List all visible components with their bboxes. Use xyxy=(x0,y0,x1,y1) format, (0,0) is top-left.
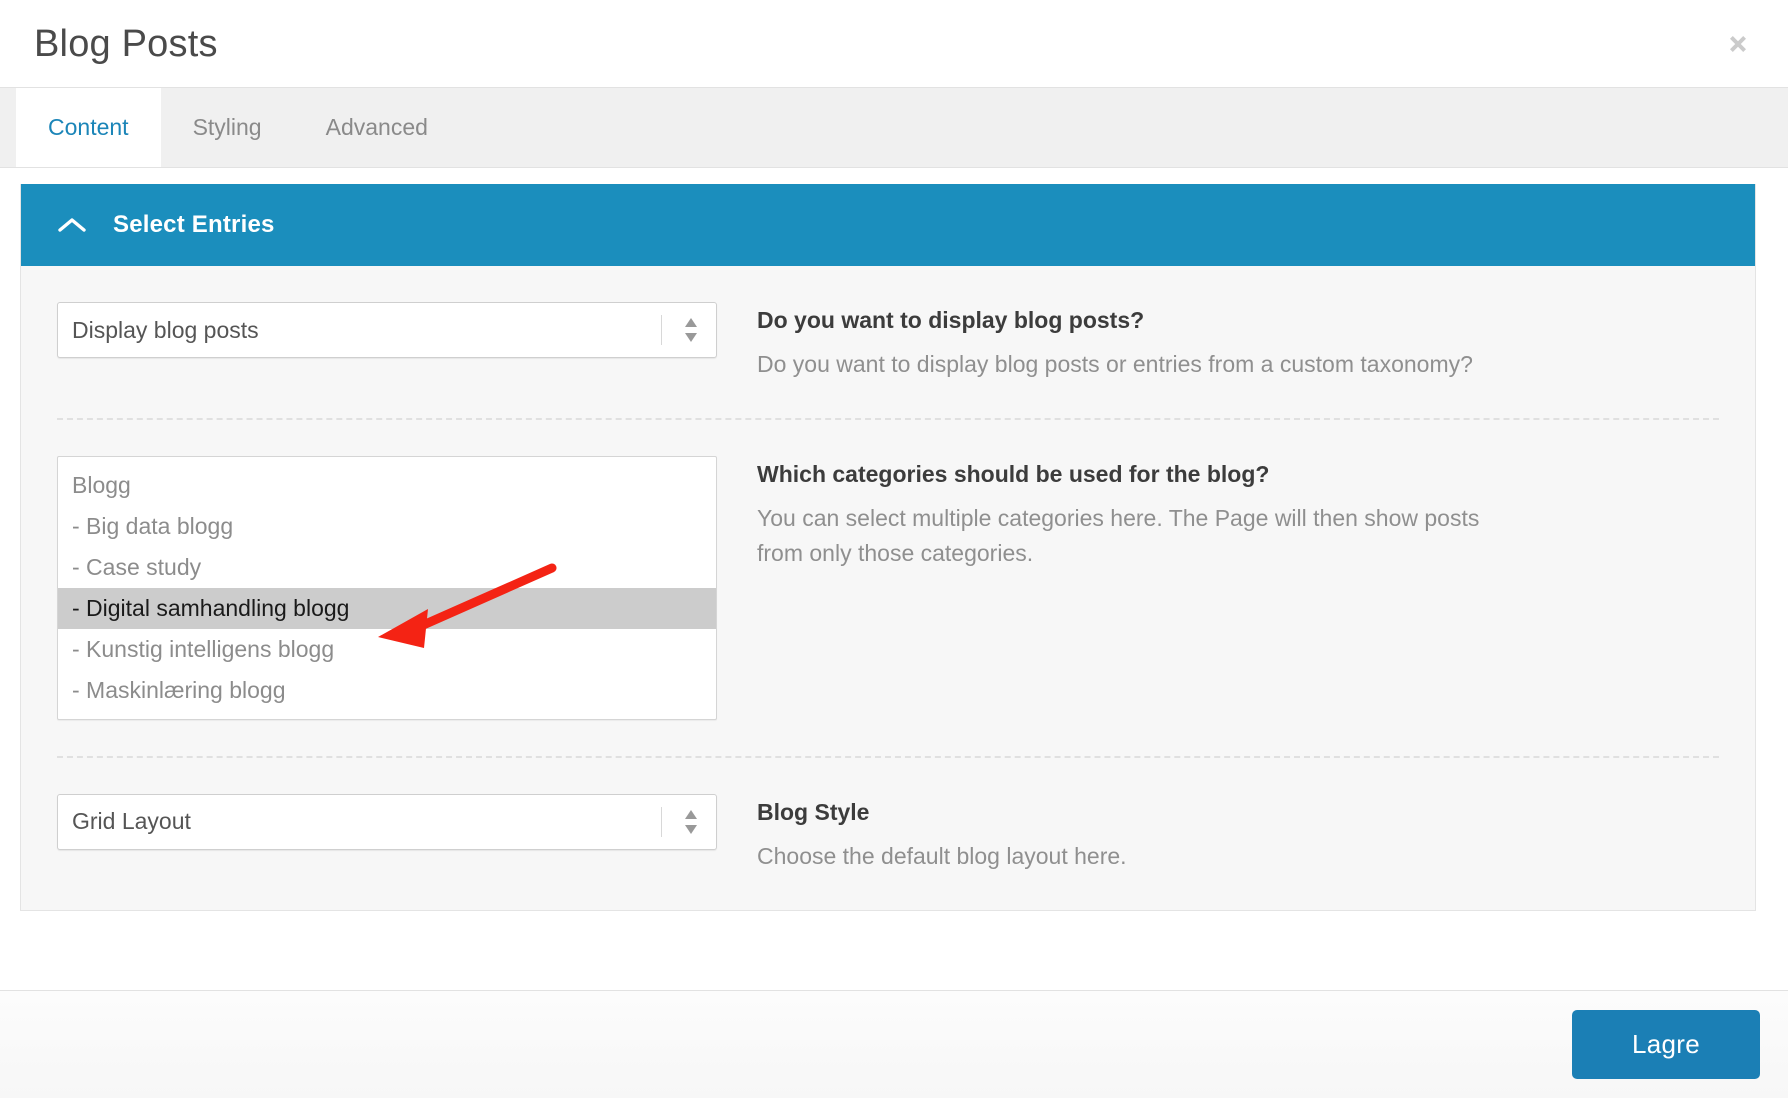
display-blog-posts-select[interactable]: Display blog posts xyxy=(57,302,717,358)
blog-style-select[interactable]: Grid Layout xyxy=(57,793,717,850)
panel-header-select-entries[interactable]: Select Entries xyxy=(21,184,1755,266)
modal-body: Select Entries Display blog posts Do you… xyxy=(0,168,1788,990)
field-row-categories: Blogg - Big data blogg - Case study - Di… xyxy=(57,420,1719,758)
field-help: Blog Style Choose the default blog layou… xyxy=(757,794,1719,874)
field-description: Do you want to display blog posts or ent… xyxy=(757,351,1473,378)
blog-style-select-value: Grid Layout xyxy=(72,808,191,835)
list-item[interactable]: - Maskinlæring blogg xyxy=(58,670,716,711)
panel-title: Select Entries xyxy=(113,211,275,238)
field-row-display-blog-posts: Display blog posts Do you want to displa… xyxy=(57,266,1719,420)
field-description: Choose the default blog layout here. xyxy=(757,843,1127,870)
categories-listbox[interactable]: Blogg - Big data blogg - Case study - Di… xyxy=(57,455,717,720)
stepper-arrows-icon[interactable] xyxy=(680,795,716,849)
tab-content[interactable]: Content xyxy=(16,88,161,167)
list-item[interactable]: - Kunstig intelligens blogg xyxy=(58,629,716,670)
modal-footer: Lagre xyxy=(0,990,1788,1098)
field-help: Which categories should be used for the … xyxy=(757,456,1719,570)
field-description: You can select multiple categories here.… xyxy=(757,505,1480,566)
list-item[interactable]: Blogg xyxy=(58,465,716,506)
modal-header: Blog Posts xyxy=(0,0,1788,88)
tab-styling[interactable]: Styling xyxy=(161,88,294,167)
field-title: Which categories should be used for the … xyxy=(757,460,1270,487)
blog-posts-modal: Blog Posts Content Styling Advanced Sele… xyxy=(0,0,1788,1098)
field-control: Display blog posts xyxy=(57,302,757,358)
select-divider xyxy=(661,806,662,837)
page-title: Blog Posts xyxy=(34,22,218,65)
tab-bar: Content Styling Advanced xyxy=(0,88,1788,168)
display-blog-posts-select-value: Display blog posts xyxy=(72,316,259,343)
chevron-up-icon xyxy=(57,210,87,240)
list-item[interactable]: - Case study xyxy=(58,547,716,588)
field-control: Grid Layout xyxy=(57,793,757,850)
save-button[interactable]: Lagre xyxy=(1572,1010,1760,1079)
list-item[interactable]: - Big data blogg xyxy=(58,506,716,547)
field-row-blog-style: Grid Layout Blog Style Choose the defaul… xyxy=(57,758,1719,910)
panel-body: Display blog posts Do you want to displa… xyxy=(21,266,1755,910)
close-icon[interactable] xyxy=(1716,22,1760,66)
field-control: Blogg - Big data blogg - Case study - Di… xyxy=(57,455,757,720)
list-item-selected[interactable]: - Digital samhandling blogg xyxy=(58,587,716,629)
tab-advanced[interactable]: Advanced xyxy=(294,88,460,167)
stepper-arrows-icon[interactable] xyxy=(680,303,716,357)
field-title: Do you want to display blog posts? xyxy=(757,307,1145,333)
select-entries-panel: Select Entries Display blog posts Do you… xyxy=(20,184,1756,911)
field-help: Do you want to display blog posts? Do yo… xyxy=(757,302,1719,382)
field-title: Blog Style xyxy=(757,798,870,825)
select-divider xyxy=(661,315,662,345)
